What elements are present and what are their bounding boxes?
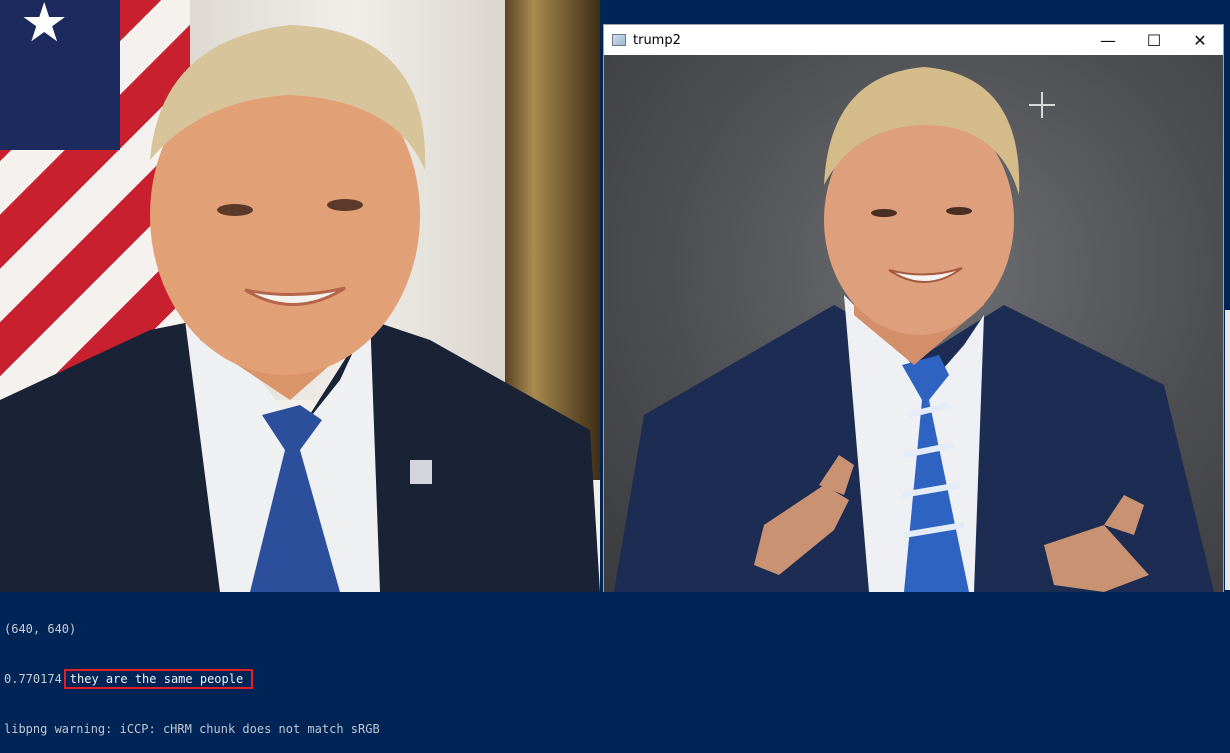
console-line-warning: libpng warning: iCCP: cHRM chunk does no… [4,722,380,736]
image-window-left: ★ [0,0,600,592]
minimize-icon: — [1100,30,1116,50]
console-line-result: 0.770174 they are the same people [4,669,1224,689]
portrait-person-2 [614,67,1214,592]
image-canvas[interactable] [604,55,1223,592]
window-title: trump2 [633,32,681,48]
crosshair-cursor-icon [1029,92,1055,118]
background-window-edge [1225,310,1230,590]
app-icon [612,34,626,46]
maximize-button[interactable]: ☐ [1131,25,1177,55]
similarity-score: 0.770174 [4,672,62,686]
minimize-button[interactable]: — [1085,25,1131,55]
console-output: (640, 640) 0.770174 they are the same peo… [4,589,1224,736]
portrait-person-1 [0,25,600,592]
close-icon: ✕ [1193,30,1207,50]
close-button[interactable]: ✕ [1177,25,1223,55]
image-window-trump2[interactable]: trump2 — ☐ ✕ [603,24,1224,592]
window-titlebar[interactable]: trump2 — ☐ ✕ [604,25,1223,55]
maximize-icon: ☐ [1146,30,1162,50]
console-line-shape: (640, 640) [4,622,77,636]
result-highlight: they are the same people [63,669,254,689]
